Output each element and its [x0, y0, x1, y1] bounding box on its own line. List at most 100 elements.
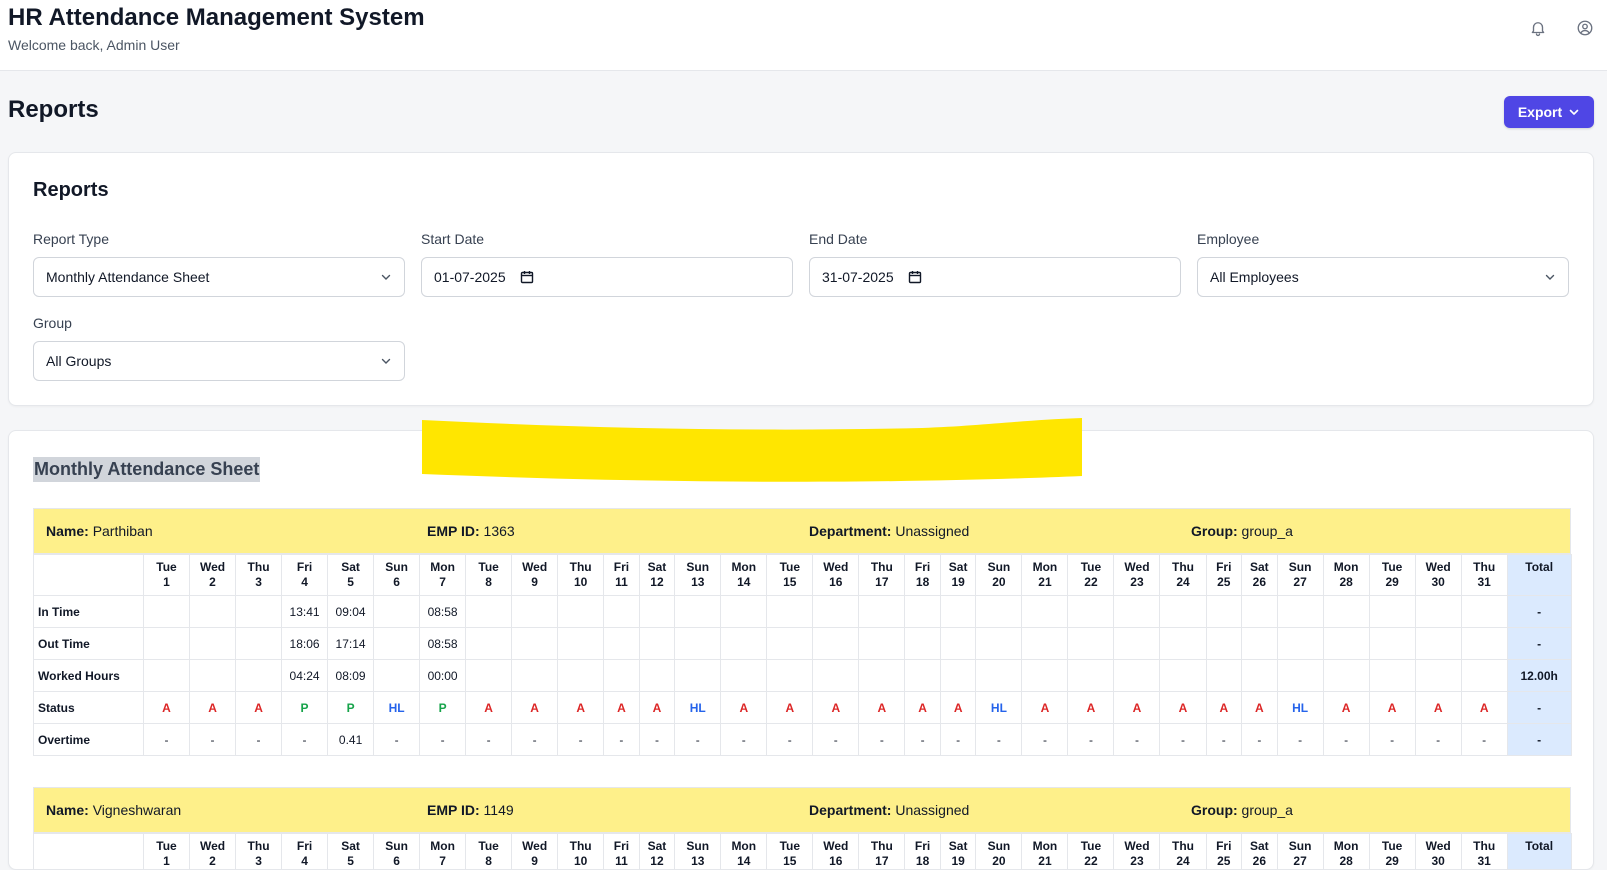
total-cell: - [1507, 692, 1571, 724]
filters-title: Reports [33, 179, 109, 202]
day-cell [1415, 660, 1461, 692]
end-date-input[interactable]: 31-07-2025 [809, 257, 1181, 297]
day-cell [859, 628, 905, 660]
day-cell [1206, 628, 1242, 660]
day-cell: - [1323, 724, 1369, 756]
day-header: Sun13 [675, 555, 721, 596]
export-label: Export [1518, 104, 1562, 120]
day-header: Mon28 [1323, 555, 1369, 596]
day-cell [905, 628, 941, 660]
day-cell [813, 660, 859, 692]
day-cell [1068, 628, 1114, 660]
group-value: All Groups [46, 353, 111, 369]
day-cell: 08:58 [420, 628, 466, 660]
status-cell: P [328, 692, 374, 724]
day-header: Tue1 [144, 555, 190, 596]
table-row: Worked Hours04:2408:0900:0012.00h [34, 660, 1572, 692]
employee-value: All Employees [1210, 269, 1299, 285]
day-cell [604, 596, 640, 628]
group-select[interactable]: All Groups [33, 341, 405, 381]
status-cell: A [1369, 692, 1415, 724]
day-cell: - [1461, 724, 1507, 756]
status-cell: A [558, 692, 604, 724]
day-cell [721, 660, 767, 692]
day-cell: 18:06 [282, 628, 328, 660]
day-cell: - [1415, 724, 1461, 756]
day-cell [905, 596, 941, 628]
total-cell: 12.00h [1507, 660, 1571, 692]
report-type-value: Monthly Attendance Sheet [46, 269, 209, 285]
start-date-label: Start Date [421, 231, 484, 247]
department-field: Department: Unassigned [809, 523, 969, 539]
report-filters-card: Reports Report Type Monthly Attendance S… [8, 152, 1594, 406]
day-cell [512, 660, 558, 692]
calendar-icon[interactable] [908, 270, 922, 284]
end-date-label: End Date [809, 231, 867, 247]
employee-name: Parthiban [93, 523, 153, 539]
status-cell: A [1415, 692, 1461, 724]
day-header: Wed23 [1114, 834, 1160, 870]
day-header: Thu31 [1461, 555, 1507, 596]
employee-select[interactable]: All Employees [1197, 257, 1569, 297]
chevron-down-icon [380, 355, 392, 367]
day-header: Thu17 [859, 555, 905, 596]
row-label: Status [34, 692, 144, 724]
report-type-select[interactable]: Monthly Attendance Sheet [33, 257, 405, 297]
day-header: Tue1 [144, 834, 190, 870]
day-header: Fri4 [282, 834, 328, 870]
status-cell: A [1160, 692, 1206, 724]
emp-id-label: EMP ID: [427, 802, 480, 818]
day-cell [976, 660, 1022, 692]
app-title: HR Attendance Management System [8, 4, 425, 32]
day-cell [1461, 596, 1507, 628]
department-label: Department: [809, 802, 891, 818]
day-cell [190, 628, 236, 660]
day-cell: - [1114, 724, 1160, 756]
day-cell [466, 628, 512, 660]
day-header: Fri25 [1206, 555, 1242, 596]
status-cell: A [236, 692, 282, 724]
employee-label: Employee [1197, 231, 1259, 247]
day-cell [512, 628, 558, 660]
day-cell: 09:04 [328, 596, 374, 628]
bell-icon[interactable] [1529, 19, 1547, 37]
start-date-input[interactable]: 01-07-2025 [421, 257, 793, 297]
emp-id-label: EMP ID: [427, 523, 480, 539]
day-header: Fri18 [905, 555, 941, 596]
day-header: Wed30 [1415, 834, 1461, 870]
employee-name: Vigneshwaran [93, 802, 181, 818]
day-header: Thu24 [1160, 555, 1206, 596]
calendar-icon[interactable] [520, 270, 534, 284]
day-cell [639, 596, 675, 628]
day-cell [1022, 596, 1068, 628]
day-cell [767, 628, 813, 660]
employee-block: Name: Parthiban EMP ID: 1363 Department:… [33, 508, 1571, 756]
end-date-value: 31-07-2025 [822, 269, 894, 285]
day-cell [190, 596, 236, 628]
day-cell [675, 628, 721, 660]
day-cell: - [282, 724, 328, 756]
day-cell [236, 628, 282, 660]
day-cell [1114, 660, 1160, 692]
day-cell [976, 628, 1022, 660]
export-button[interactable]: Export [1504, 96, 1594, 128]
department-value: Unassigned [895, 802, 969, 818]
row-label: Overtime [34, 724, 144, 756]
day-header: Sat19 [940, 555, 976, 596]
day-header: Wed30 [1415, 555, 1461, 596]
user-circle-icon[interactable] [1576, 19, 1594, 37]
redaction-highlight [422, 418, 1082, 490]
status-cell: P [282, 692, 328, 724]
day-header: Wed9 [512, 555, 558, 596]
day-header: Fri18 [905, 834, 941, 870]
chevron-down-icon [1544, 271, 1556, 283]
day-header: Sat12 [639, 834, 675, 870]
day-cell [721, 596, 767, 628]
day-cell [1022, 628, 1068, 660]
employee-id: 1363 [484, 523, 515, 539]
day-header: Mon7 [420, 834, 466, 870]
day-cell [1415, 596, 1461, 628]
attendance-table: Tue1Wed2Thu3Fri4Sat5Sun6Mon7Tue8Wed9Thu1… [33, 554, 1572, 756]
day-cell: 17:14 [328, 628, 374, 660]
day-header: Sat26 [1242, 834, 1278, 870]
